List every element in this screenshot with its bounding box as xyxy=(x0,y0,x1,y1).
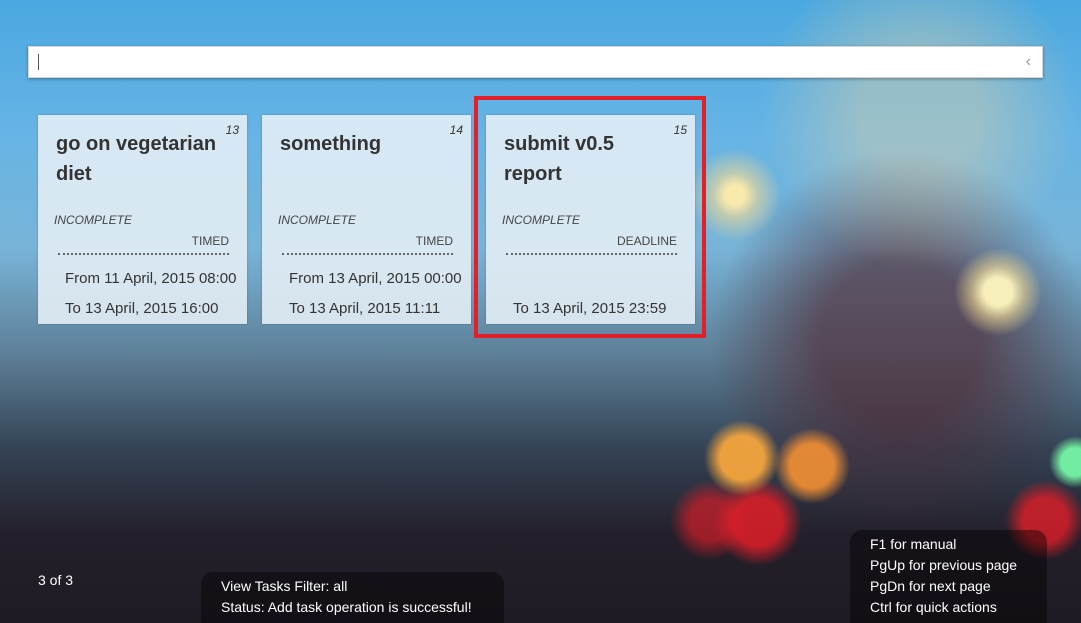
task-end-date: To 13 April, 2015 16:00 xyxy=(65,300,219,317)
task-number: 13 xyxy=(225,123,239,137)
task-status: INCOMPLETE xyxy=(278,213,357,227)
task-status: INCOMPLETE xyxy=(54,213,133,227)
command-input[interactable] xyxy=(29,47,1009,77)
task-start-date: From 13 April, 2015 00:00 xyxy=(289,270,462,287)
help-line-previous-page: PgUp for previous page xyxy=(870,557,1018,573)
status-panel: View Tasks Filter: all Status: Add task … xyxy=(201,572,504,623)
command-bar: ‹ xyxy=(28,46,1043,78)
help-line-manual: F1 for manual xyxy=(870,536,957,552)
chevron-left-icon[interactable]: ‹ xyxy=(1026,53,1031,71)
help-line-next-page: PgDn for next page xyxy=(870,578,991,594)
keyboard-help-panel: F1 for manual PgUp for previous page PgD… xyxy=(850,530,1047,623)
task-title: something xyxy=(280,133,382,155)
selected-task-highlight xyxy=(474,96,706,338)
task-title: go on vegetarian diet xyxy=(56,133,217,185)
task-number: 14 xyxy=(449,123,463,137)
view-filter-text: View Tasks Filter: all xyxy=(221,578,348,594)
status-message: Status: Add task operation is successful… xyxy=(221,599,472,615)
task-end-date: To 13 April, 2015 11:11 xyxy=(289,300,441,317)
help-line-quick-actions: Ctrl for quick actions xyxy=(870,599,997,615)
page-indicator: 3 of 3 xyxy=(38,572,74,588)
task-start-date: From 11 April, 2015 08:00 xyxy=(65,270,237,287)
text-caret xyxy=(38,54,39,70)
task-type: TIMED xyxy=(191,234,229,248)
task-divider xyxy=(282,253,453,255)
task-type: TIMED xyxy=(415,234,453,248)
task-card-13[interactable]: 13 go on vegetarian diet INCOMPLETE TIME… xyxy=(38,115,247,324)
task-card-14[interactable]: 14 something INCOMPLETE TIMED From 13 Ap… xyxy=(262,115,471,324)
task-divider xyxy=(58,253,229,255)
